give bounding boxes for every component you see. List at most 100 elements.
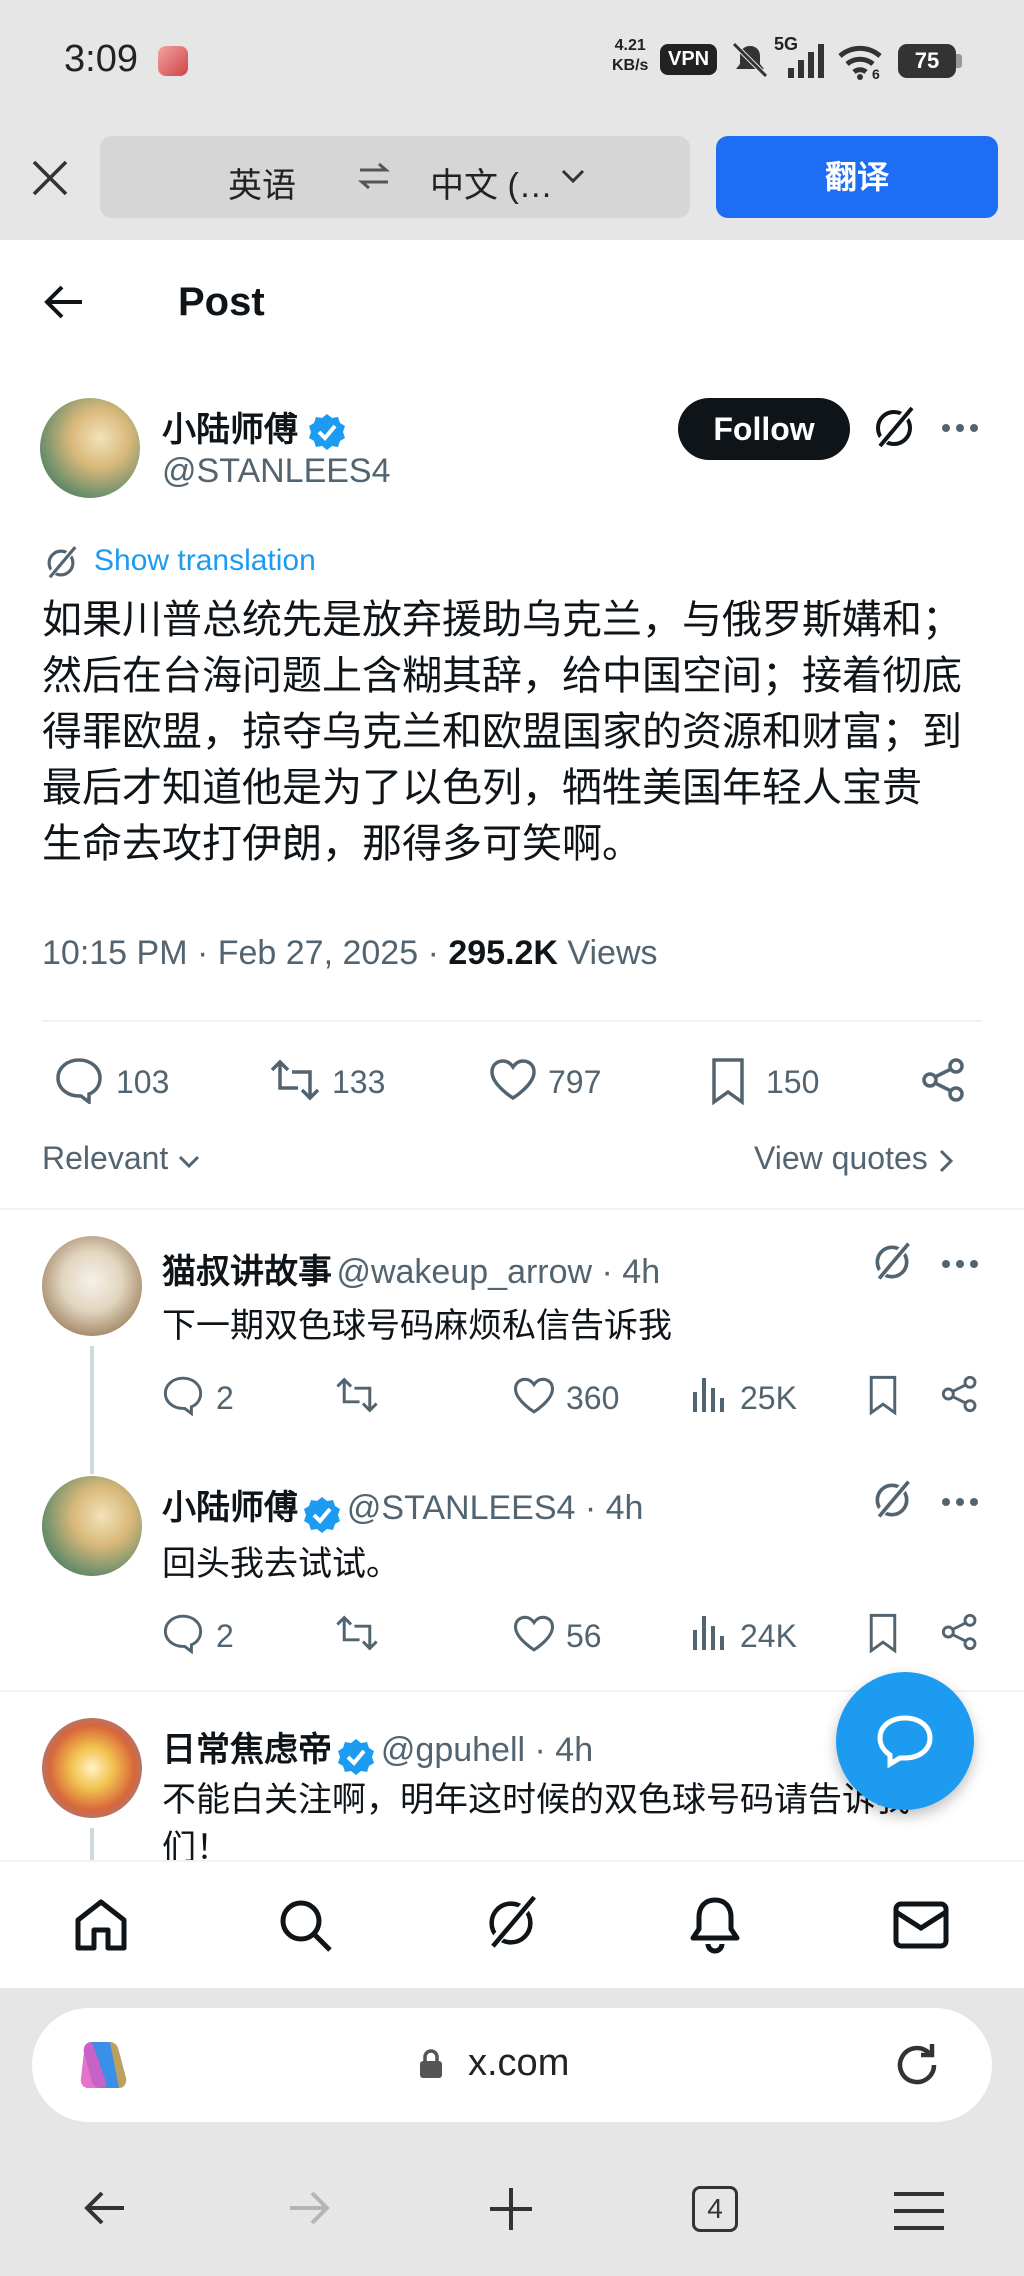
translate-button[interactable]: 翻译	[716, 136, 998, 218]
reply-count: 103	[116, 1064, 170, 1100]
url-text[interactable]: x.com	[468, 2042, 569, 2085]
like-count: 56	[566, 1618, 602, 1654]
back-arrow-icon[interactable]	[42, 282, 86, 322]
more-options-icon[interactable]	[940, 412, 980, 444]
back-arrow-icon[interactable]	[82, 2188, 128, 2228]
repost-icon[interactable]	[334, 1376, 380, 1414]
reply-count: 2	[216, 1618, 234, 1654]
swap-language-icon[interactable]	[356, 160, 392, 192]
reply-count: 2	[216, 1380, 234, 1416]
like-icon[interactable]	[512, 1376, 556, 1416]
reply-author-name[interactable]: 日常焦虑帝	[162, 1731, 332, 1769]
grok-icon[interactable]	[870, 1240, 914, 1284]
reply-text: 回头我去试试。	[162, 1545, 400, 1583]
reply-avatar[interactable]	[42, 1718, 142, 1818]
repost-icon[interactable]	[334, 1614, 380, 1652]
chat-bubble-icon	[876, 1714, 934, 1768]
language-selector[interactable]	[100, 136, 690, 218]
grok-icon[interactable]	[480, 1892, 542, 1954]
views-count[interactable]: 295.2K	[448, 934, 558, 972]
page-title: Post	[178, 280, 265, 324]
views-count: 24K	[740, 1618, 797, 1654]
verified-badge-icon	[307, 412, 347, 452]
reply-header: 小陆师傅 @STANLEES4 · 4h	[162, 1480, 643, 1535]
reply-icon[interactable]	[162, 1612, 204, 1654]
menu-hamburger-icon[interactable]	[892, 2190, 946, 2232]
target-language[interactable]: 中文 (…	[430, 158, 553, 207]
battery-tip	[956, 54, 962, 68]
reply-header: 猫叔讲故事 @wakeup_arrow · 4h	[162, 1244, 660, 1293]
more-options-icon[interactable]	[940, 1486, 980, 1518]
reply-icon[interactable]	[54, 1056, 104, 1104]
reply-author-name[interactable]: 猫叔讲故事	[162, 1253, 332, 1291]
like-icon[interactable]	[512, 1614, 556, 1654]
verified-badge-icon	[336, 1737, 376, 1777]
tab-count-button[interactable]: 4	[692, 2186, 738, 2232]
follow-button[interactable]: Follow	[678, 398, 850, 460]
like-count: 797	[548, 1064, 602, 1100]
show-translation-link[interactable]: Show translation	[94, 544, 316, 578]
reply-author-handle[interactable]: @wakeup_arrow · 4h	[336, 1253, 660, 1291]
vpn-indicator: VPN	[660, 44, 718, 75]
messages-envelope-icon[interactable]	[892, 1900, 950, 1950]
forward-arrow-icon	[286, 2188, 332, 2228]
close-icon[interactable]	[30, 158, 70, 198]
bookmark-count: 150	[766, 1064, 820, 1100]
views-icon[interactable]	[690, 1374, 726, 1414]
author-name[interactable]: 小陆师傅	[162, 402, 347, 452]
repost-icon[interactable]	[268, 1058, 322, 1102]
views-count: 25K	[740, 1380, 797, 1416]
grok-icon[interactable]	[870, 404, 918, 452]
divider	[0, 1208, 1024, 1210]
divider	[42, 1020, 982, 1022]
like-icon[interactable]	[488, 1058, 538, 1102]
post-text: 如果川普总统先是放弃援助乌克兰，与俄罗斯媾和； 然后在台海问题上含糊其辞，给中国…	[42, 598, 962, 866]
share-icon[interactable]	[940, 1612, 980, 1652]
thread-line	[90, 1828, 94, 1860]
reply-avatar[interactable]	[42, 1476, 142, 1576]
signal-icon	[782, 42, 828, 80]
share-icon[interactable]	[920, 1056, 968, 1104]
reply-avatar[interactable]	[42, 1236, 142, 1336]
verified-badge-icon	[302, 1495, 342, 1535]
bookmark-icon[interactable]	[866, 1374, 900, 1416]
lock-icon	[418, 2048, 444, 2080]
bookmark-icon[interactable]	[866, 1612, 900, 1654]
view-quotes-link[interactable]: View quotes	[754, 1140, 955, 1177]
mute-icon	[730, 40, 770, 80]
post-meta: 10:15 PM · Feb 27, 2025 · 295.2K Views	[42, 934, 658, 972]
share-icon[interactable]	[940, 1374, 980, 1414]
reply-text: 不能白关注啊，明年这时候的双色球号码请告诉我 们！	[162, 1781, 910, 1860]
more-options-icon[interactable]	[940, 1248, 980, 1280]
thread-line	[90, 1346, 94, 1474]
views-icon[interactable]	[690, 1612, 726, 1652]
search-icon[interactable]	[276, 1896, 334, 1954]
reply-header: 日常焦虑帝 @gpuhell · 4h	[162, 1722, 593, 1777]
status-time: 3:09	[64, 38, 138, 80]
chevron-right-icon	[937, 1148, 955, 1174]
home-icon[interactable]	[72, 1896, 130, 1954]
reply-text: 下一期双色球号码麻烦私信告诉我	[162, 1307, 672, 1345]
repost-count: 133	[332, 1064, 386, 1100]
grok-icon[interactable]	[870, 1478, 914, 1522]
bookmark-icon[interactable]	[708, 1056, 748, 1106]
sort-replies-dropdown[interactable]: Relevant	[42, 1140, 201, 1177]
translate-icon	[42, 544, 80, 582]
reply-author-handle[interactable]: @STANLEES4 · 4h	[347, 1489, 644, 1527]
copilot-icon[interactable]	[74, 2036, 134, 2094]
battery-indicator: 75	[898, 44, 956, 78]
source-language[interactable]: 英语	[228, 158, 296, 207]
reply-author-name[interactable]: 小陆师傅	[162, 1489, 298, 1527]
like-count: 360	[566, 1380, 620, 1416]
new-tab-plus-icon[interactable]	[488, 2186, 534, 2232]
chevron-down-icon	[560, 166, 586, 186]
compose-reply-button[interactable]	[836, 1672, 974, 1810]
notification-app-icon	[158, 46, 188, 76]
reply-author-handle[interactable]: @gpuhell · 4h	[381, 1731, 593, 1769]
notifications-bell-icon[interactable]	[686, 1894, 744, 1954]
reply-icon[interactable]	[162, 1374, 204, 1416]
author-avatar[interactable]	[40, 398, 140, 498]
chevron-down-icon	[177, 1152, 201, 1170]
reload-icon[interactable]	[890, 2038, 944, 2092]
author-handle[interactable]: @STANLEES4	[162, 452, 391, 491]
